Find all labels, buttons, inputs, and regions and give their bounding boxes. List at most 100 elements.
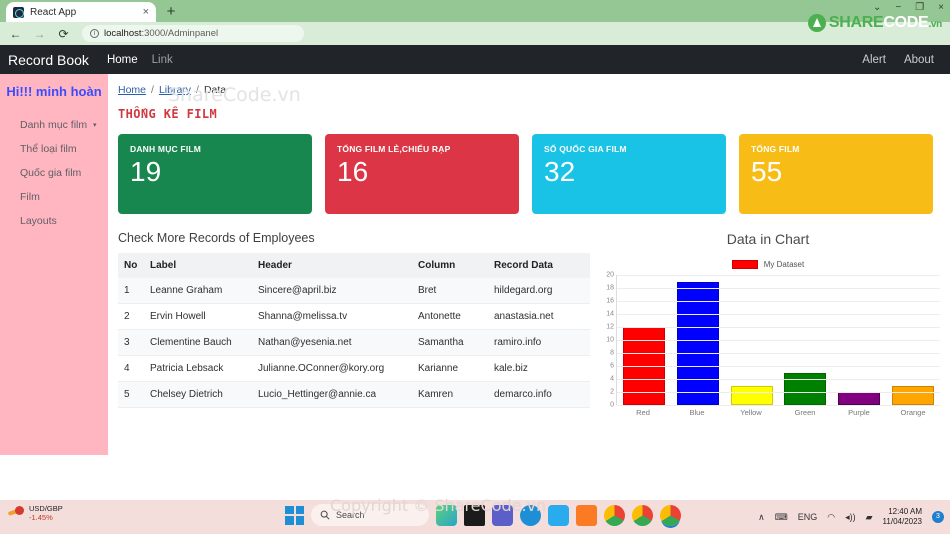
taskbar-clock[interactable]: 12:40 AM 11/04/2023 [883, 507, 922, 528]
close-window-button[interactable]: × [938, 2, 944, 13]
sidebar-item-quoc-gia-film[interactable]: Quốc gia film [0, 161, 108, 185]
chart-legend[interactable]: My Dataset [596, 260, 940, 269]
stat-card-so-quoc-gia-film[interactable]: SỐ QUỐC GIA FILM 32 [532, 134, 726, 214]
xampp-icon[interactable] [576, 504, 597, 526]
column-header-record-data: Record Data [488, 253, 590, 278]
chart-panel: Data in Chart My Dataset 0 2 4 6 8 10 12 14 16 18… [596, 231, 940, 423]
chart-x-label: Red [636, 408, 650, 417]
stat-card-tong-film-le[interactable]: TỔNG FILM LẺ,CHIẾU RẠP 16 [325, 134, 519, 214]
edge-icon[interactable] [520, 504, 541, 526]
site-info-icon[interactable]: i [90, 29, 99, 38]
show-hidden-icons-icon[interactable]: ∧ [758, 512, 765, 523]
chart-y-tick: 14 [606, 310, 614, 318]
breadcrumb-item-home[interactable]: Home [118, 84, 146, 96]
minimize-button[interactable]: − [895, 2, 901, 13]
language-indicator[interactable]: ENG [798, 512, 818, 522]
table-row: 5 Chelsey Dietrich Lucio_Hettinger@annie.c… [118, 381, 590, 408]
nav-link-alert[interactable]: Alert [862, 54, 886, 66]
nav-link-link[interactable]: Link [152, 54, 173, 66]
table-cell: Ervin Howell [144, 303, 252, 330]
table-header-row: No Label Header Column Record Data [118, 253, 590, 278]
chart-bar-orange[interactable] [892, 385, 935, 405]
start-button-icon[interactable] [285, 505, 304, 525]
nav-link-about[interactable]: About [904, 54, 934, 66]
reload-icon[interactable]: ⟳ [56, 27, 71, 41]
sidebar-item-label: Film [20, 191, 40, 203]
chevron-down-icon[interactable]: ⌄ [873, 2, 881, 13]
breadcrumb-separator: / [151, 84, 154, 96]
navbar-right: Alert About [862, 54, 942, 66]
chart-gridline [617, 366, 940, 367]
stat-card-label: TỔNG FILM LẺ,CHIẾU RẠP [337, 144, 451, 154]
stat-card-value: 32 [544, 156, 576, 187]
nav-link-home[interactable]: Home [107, 54, 138, 66]
table-cell: Sincere@april.biz [252, 278, 412, 304]
table-row: 3 Clementine Bauch Nathan@yesenia.net Saman… [118, 329, 590, 356]
teams-icon[interactable] [492, 504, 513, 526]
table-row: 1 Leanne Graham Sincere@april.biz Bret hilde… [118, 278, 590, 304]
table-cell: demarco.info [488, 381, 590, 408]
table-cell: 5 [118, 381, 144, 408]
column-header-label: Label [144, 253, 252, 278]
chart-bar-green[interactable] [784, 372, 827, 405]
close-tab-icon[interactable]: × [143, 6, 149, 18]
battery-icon[interactable]: ▰ [866, 512, 873, 523]
column-header-no: No [118, 253, 144, 278]
page-title: THỐNG KÊ FILM [118, 107, 218, 121]
chart-x-label: Green [794, 408, 816, 417]
volume-icon[interactable]: ◂)) [845, 512, 856, 523]
browser-tab[interactable]: React App × [6, 2, 156, 22]
stat-card-label: TỔNG FILM [751, 144, 800, 154]
sidebar-item-label: Layouts [20, 215, 57, 227]
sidebar-item-layouts[interactable]: Layouts [0, 209, 108, 233]
column-header-column: Column [412, 253, 488, 278]
chrome-icon-1[interactable] [604, 504, 625, 526]
notification-badge[interactable]: 3 [932, 511, 944, 523]
records-table-panel: Check More Records of Employees No Label… [118, 231, 590, 423]
stat-card-danh-muc-film[interactable]: DANH MỤC FILM 19 [118, 134, 312, 214]
app-navbar: Record Book Home Link Alert About [0, 45, 950, 74]
breadcrumb-item-library[interactable]: Library [159, 84, 191, 96]
chart-y-tick: 4 [610, 375, 614, 383]
chrome-icon-active[interactable] [660, 504, 681, 526]
taskbar-search-box[interactable]: Search [311, 504, 429, 526]
chart-y-tick: 2 [610, 388, 614, 396]
new-tab-button[interactable]: + [162, 3, 180, 21]
maximize-button[interactable]: ❐ [915, 2, 924, 13]
chart-gridline [617, 392, 940, 393]
chart-x-axis-labels: Red Blue Yellow Green Purple Orange [616, 408, 940, 417]
forward-icon[interactable]: → [32, 27, 47, 41]
table-cell: Kamren [412, 381, 488, 408]
sidebar-item-the-loai-film[interactable]: Thể loại film [0, 137, 108, 161]
legend-swatch-icon [731, 260, 758, 269]
navbar-brand[interactable]: Record Book [8, 52, 89, 68]
chart-gridline [617, 379, 940, 380]
chart-plot-area: 0 2 4 6 8 10 12 14 16 18 20 Red Blue Yellow Green Purp… [596, 272, 940, 423]
chart-gridline [617, 353, 940, 354]
table-cell: Julianne.OConner@kory.org [252, 355, 412, 382]
column-header-header: Header [252, 253, 412, 278]
address-bar[interactable]: i localhost:3000/Adminpanel [82, 25, 304, 42]
stat-card-label: DANH MỤC FILM [130, 144, 202, 154]
back-icon[interactable]: ← [8, 27, 23, 41]
clock-date: 11/04/2023 [882, 517, 922, 526]
taskview-icon[interactable] [436, 504, 457, 526]
telegram-icon[interactable] [548, 504, 569, 526]
file-explorer-icon[interactable] [464, 504, 485, 526]
stat-card-tong-film[interactable]: TỔNG FILM 55 [739, 134, 933, 214]
chart-bar-yellow[interactable] [730, 385, 773, 405]
sidebar-item-danh-muc-film[interactable]: Danh mục film ▾ [0, 113, 108, 137]
chart-bar-purple[interactable] [838, 392, 881, 405]
table-cell: anastasia.net [488, 303, 590, 330]
taskbar-finance-widget[interactable]: USD/GBP -1.45% [8, 504, 63, 522]
sidebar-item-film[interactable]: Film [0, 185, 108, 209]
window-controls: ⌄ − ❐ × [873, 2, 944, 13]
chrome-icon-2[interactable] [632, 504, 653, 526]
sidebar-item-label: Danh mục film [20, 119, 88, 131]
table-body: 1 Leanne Graham Sincere@april.biz Bret hilde… [118, 278, 590, 408]
lower-section: Check More Records of Employees No Label… [118, 231, 940, 423]
keyboard-icon[interactable]: ⌨ [775, 512, 788, 523]
table-cell: Antonette [412, 303, 488, 330]
address-bar-url: localhost:3000/Adminpanel [104, 28, 218, 39]
wifi-icon[interactable]: ◠ [827, 512, 835, 523]
